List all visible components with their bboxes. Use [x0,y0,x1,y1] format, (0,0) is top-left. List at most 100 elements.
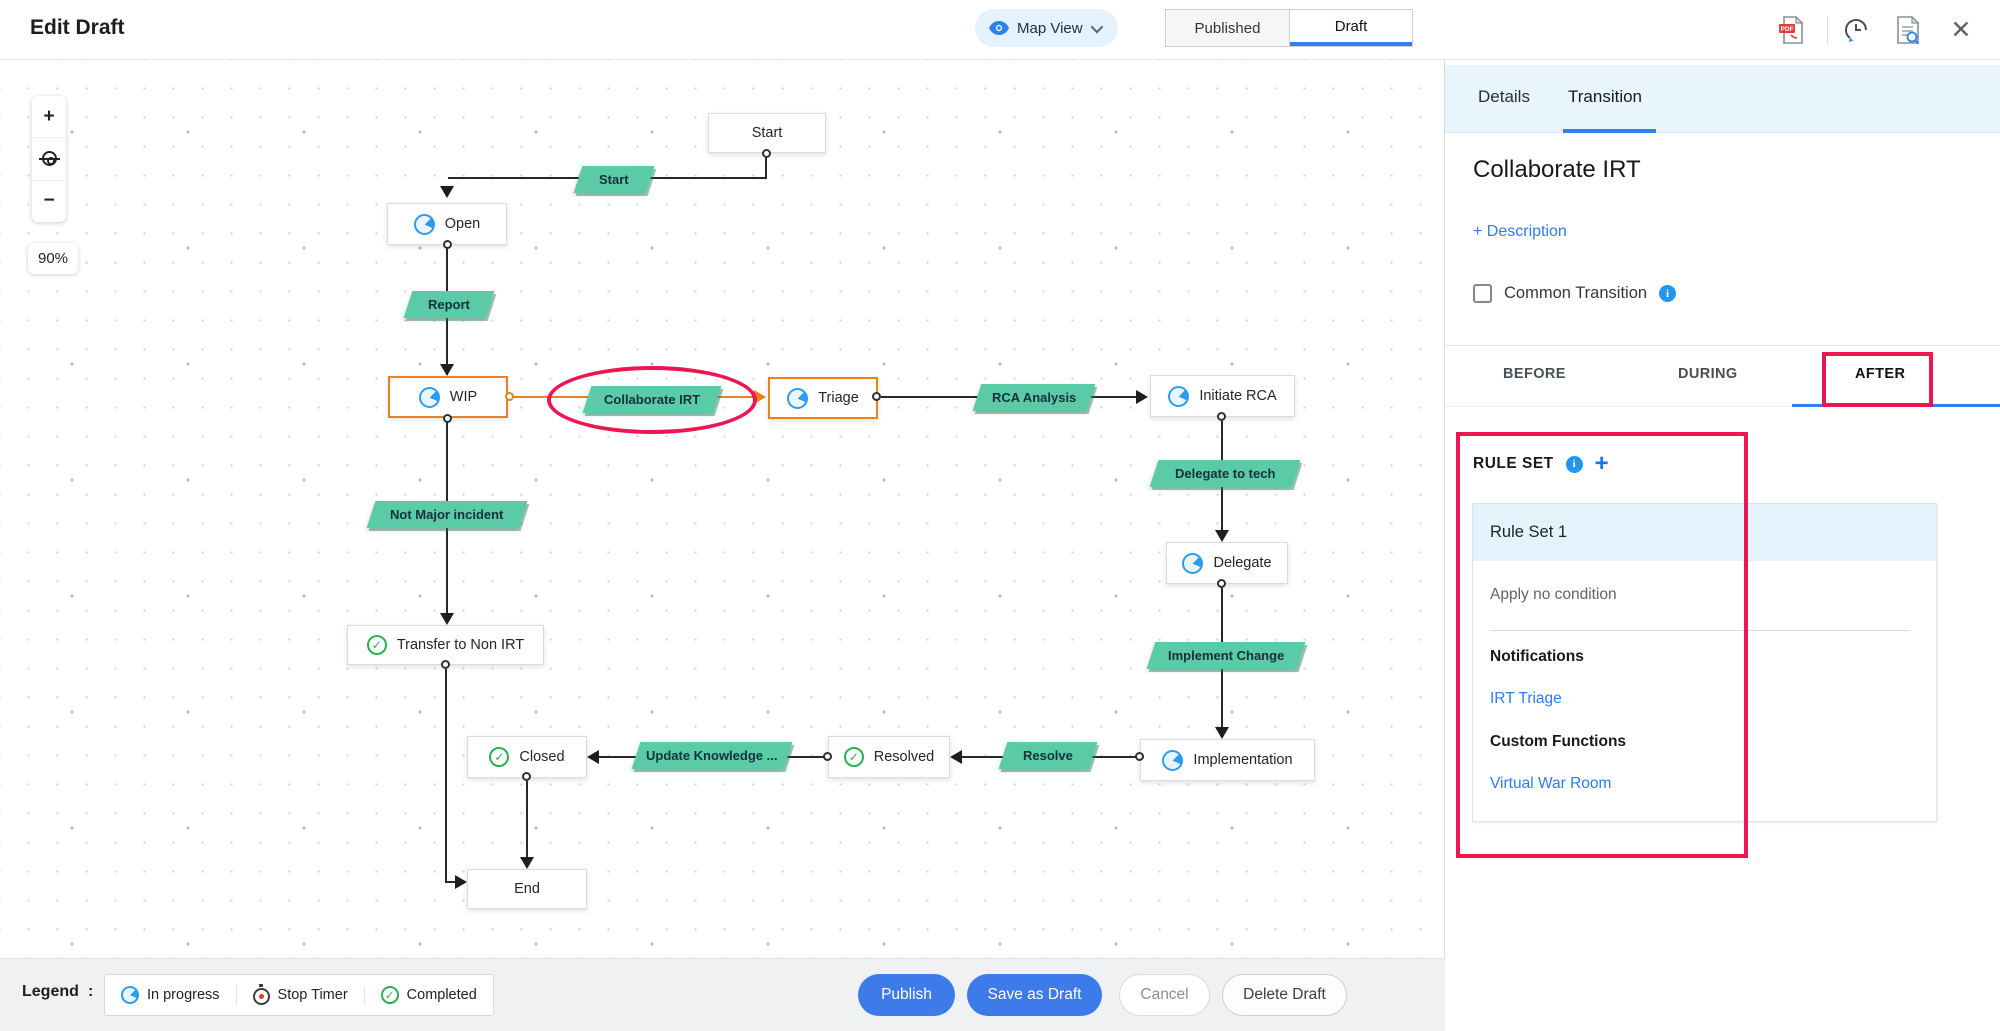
connector [765,158,767,179]
common-transition-label: Common Transition [1504,284,1648,302]
transition-label: Not Major incident [390,507,504,522]
panel-tab-strip: Details Transition [1445,65,2000,133]
rule-set-header: RULE SET i + [1473,452,1609,476]
state-node-delegate[interactable]: Delegate [1166,542,1288,584]
legend-item-completed: Completed [363,986,493,1004]
top-bar: Edit Draft Map View Published Draft PDF [0,0,2000,60]
port[interactable] [443,414,452,423]
notification-link[interactable]: IRT Triage [1490,690,1562,708]
state-node-triage[interactable]: Triage [768,377,878,419]
legend-box: In progress Stop Timer Completed [104,974,494,1016]
tab-during[interactable]: DURING [1678,366,1738,382]
add-description-link[interactable]: + Description [1473,223,1567,241]
arrowhead [1215,727,1229,739]
close-icon[interactable]: ✕ [1945,14,1977,46]
port[interactable] [823,752,832,761]
port[interactable] [505,392,514,401]
state-label: Initiate RCA [1199,388,1277,404]
transition-label: Resolve [1023,748,1073,763]
transition-label: RCA Analysis [991,390,1077,405]
port[interactable] [1217,412,1226,421]
transition-delegate-to-tech[interactable]: Delegate to tech [1149,460,1301,487]
legend-colon: : [88,983,94,1000]
state-node-initiate-rca[interactable]: Initiate RCA [1150,375,1295,417]
zoom-level-badge: 90% [28,243,78,274]
state-node-wip[interactable]: WIP [388,376,508,418]
add-rule-set-button[interactable]: + [1595,452,1609,476]
transition-report[interactable]: Report [403,291,495,318]
transition-rca-analysis[interactable]: RCA Analysis [972,384,1096,411]
transition-resolve[interactable]: Resolve [998,742,1098,769]
history-icon[interactable] [1840,14,1872,46]
arrowhead [455,875,467,889]
state-label: Triage [818,390,859,406]
transition-label: Update Knowledge ... [646,748,778,763]
arrowhead [1136,390,1148,404]
active-stage-underline [1792,404,2000,407]
tab-before[interactable]: BEFORE [1503,366,1566,382]
arrowhead [950,750,962,764]
custom-function-link[interactable]: Virtual War Room [1490,775,1611,793]
zoom-in-button[interactable]: + [32,96,66,137]
connector [526,781,528,857]
divider [1490,630,1910,631]
port[interactable] [443,240,452,249]
transition-start[interactable]: Start [573,166,655,193]
transition-collaborate-irt[interactable]: Collaborate IRT [582,386,722,413]
custom-functions-heading: Custom Functions [1490,733,1627,750]
state-node-start[interactable]: Start [708,113,826,153]
info-icon[interactable]: i [1565,455,1583,473]
zoom-out-button[interactable]: − [32,179,66,222]
transition-update-knowledge[interactable]: Update Knowledge ... [631,742,793,769]
arrowhead [1215,530,1229,542]
state-node-resolved[interactable]: Resolved [828,736,950,778]
audit-log-icon[interactable] [1892,14,1924,46]
state-label: End [514,881,540,897]
info-icon[interactable]: i [1659,285,1677,302]
rule-set-card: Rule Set 1 Apply no condition Notificati… [1472,503,1937,822]
port[interactable] [872,392,881,401]
common-transition-checkbox[interactable] [1473,284,1492,303]
in-progress-icon [121,986,139,1004]
port[interactable] [1135,752,1144,761]
draft-tab[interactable]: Draft [1290,10,1412,46]
transition-not-major-incident[interactable]: Not Major incident [366,501,528,528]
port[interactable] [762,149,771,158]
rule-set-item[interactable]: Rule Set 1 [1473,504,1936,561]
in-progress-icon [418,386,440,408]
cancel-button[interactable]: Cancel [1119,974,1210,1016]
state-node-open[interactable]: Open [387,203,507,245]
arrowhead [587,750,599,764]
state-node-transfer-to-non-irt[interactable]: Transfer to Non IRT [347,625,544,665]
transition-label: Report [428,297,470,312]
state-node-end[interactable]: End [467,869,587,909]
port[interactable] [522,772,531,781]
state-node-implementation[interactable]: Implementation [1140,739,1315,781]
blueprint-canvas[interactable]: + − 90% Start Open WIP Triage Initiate R… [0,60,1445,1031]
completed-icon [366,635,387,655]
map-view-label: Map View [1017,19,1083,37]
map-view-dropdown[interactable]: Map View [975,9,1118,47]
delete-draft-button[interactable]: Delete Draft [1222,974,1347,1016]
stop-timer-icon [252,984,270,1005]
in-progress-icon [787,387,809,409]
transition-implement-change[interactable]: Implement Change [1146,642,1306,669]
tab-details[interactable]: Details [1478,87,1530,107]
toolbar-divider [1827,16,1828,44]
export-pdf-icon[interactable]: PDF [1775,14,1807,46]
version-toggle: Published Draft [1165,9,1413,47]
state-label: WIP [449,389,478,405]
tab-after[interactable]: AFTER [1855,366,1905,382]
completed-icon [489,747,510,767]
port[interactable] [441,660,450,669]
legend-item-label: Stop Timer [277,987,348,1003]
save-as-draft-button[interactable]: Save as Draft [967,974,1102,1016]
completed-icon [843,747,864,767]
port[interactable] [1217,579,1226,588]
publish-button[interactable]: Publish [858,974,955,1016]
in-progress-icon [1162,749,1184,771]
tab-transition[interactable]: Transition [1568,87,1642,107]
active-tab-underline [1563,129,1656,133]
fit-view-button[interactable] [32,137,66,179]
published-tab[interactable]: Published [1166,10,1290,46]
